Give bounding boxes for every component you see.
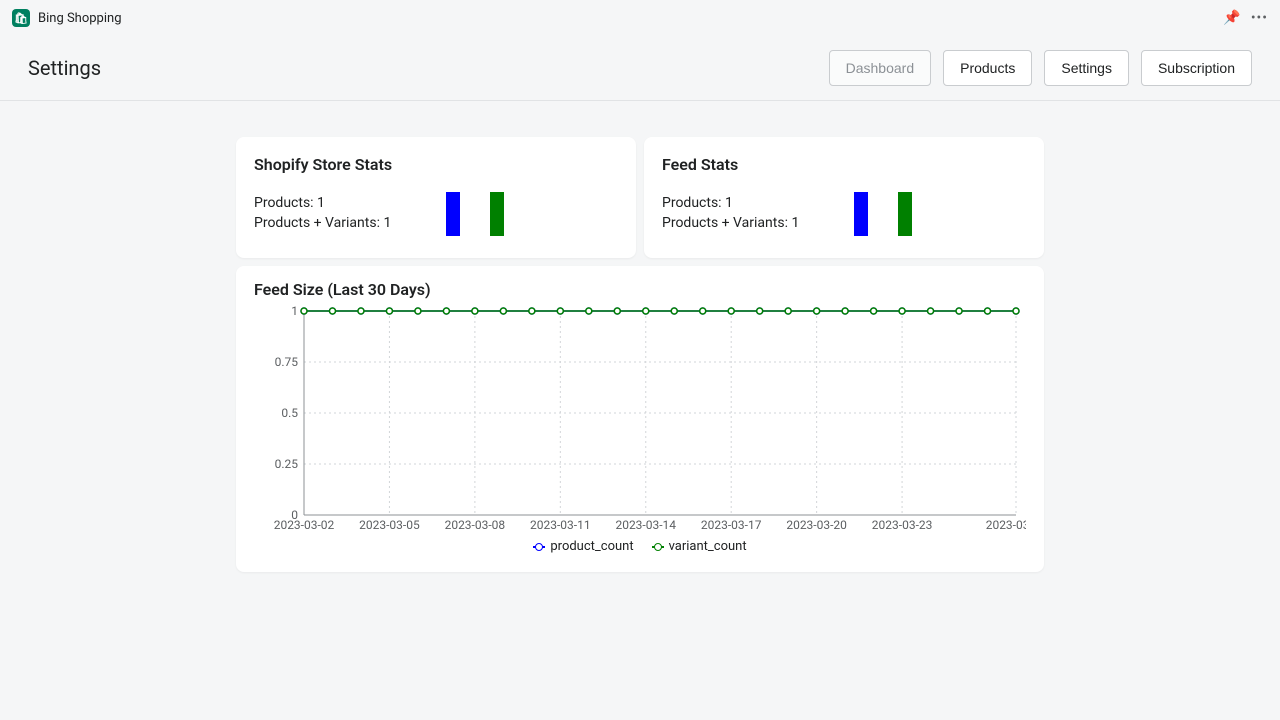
feed-variants-label: Products + Variants: [662, 215, 788, 231]
feed-stats-card: Feed Stats Products: 1 Products + Varian… [644, 137, 1044, 258]
legend-product-label: product_count [550, 539, 633, 554]
svg-text:0.5: 0.5 [281, 406, 298, 420]
nav: Dashboard Products Settings Subscription [829, 50, 1252, 86]
feed-bars [854, 192, 912, 236]
svg-text:2023-03-08: 2023-03-08 [445, 518, 506, 532]
legend-marker-blue-icon [533, 543, 545, 551]
feed-size-chart-title: Feed Size (Last 30 Days) [254, 280, 1026, 299]
shopify-bars [446, 192, 504, 236]
feed-stats-body: Products: 1 Products + Variants: 1 [662, 192, 1026, 236]
nav-settings[interactable]: Settings [1044, 50, 1129, 86]
header: Settings Dashboard Products Settings Sub… [0, 36, 1280, 101]
nav-subscription[interactable]: Subscription [1141, 50, 1252, 86]
feed-products-value: 1 [725, 195, 733, 211]
shopify-products-label: Products: [254, 195, 314, 211]
feed-size-chart: 00.250.50.7512023-03-022023-03-052023-03… [254, 303, 1026, 533]
svg-text:2023-03-05: 2023-03-05 [359, 518, 420, 532]
more-icon[interactable]: ••• [1251, 10, 1268, 26]
shopify-variants-value: 1 [383, 215, 391, 231]
nav-products[interactable]: Products [943, 50, 1032, 86]
feed-stats-text: Products: 1 Products + Variants: 1 [662, 194, 799, 233]
svg-text:2023-03-27: 2023-03-27 [986, 518, 1026, 532]
svg-text:1: 1 [291, 304, 298, 318]
shopify-products-value: 1 [317, 195, 325, 211]
content: Shopify Store Stats Products: 1 Products… [0, 101, 1280, 572]
feed-stats-title: Feed Stats [662, 155, 1026, 174]
svg-text:2023-03-20: 2023-03-20 [786, 518, 847, 532]
feed-variants-value: 1 [791, 215, 799, 231]
pin-icon[interactable]: 📌 [1223, 10, 1240, 26]
titlebar: 🛍 Bing Shopping 📌 ••• [0, 0, 1280, 36]
chart-legend: product_count variant_count [254, 539, 1026, 554]
titlebar-right: 📌 ••• [1223, 10, 1268, 26]
shopify-stats-title: Shopify Store Stats [254, 155, 618, 174]
nav-dashboard[interactable]: Dashboard [829, 50, 932, 86]
shopify-variants-label: Products + Variants: [254, 215, 380, 231]
app-title: Bing Shopping [38, 11, 122, 26]
page-title: Settings [28, 56, 101, 80]
shopify-stats-body: Products: 1 Products + Variants: 1 [254, 192, 618, 236]
stats-cards-row: Shopify Store Stats Products: 1 Products… [236, 137, 1044, 258]
shopify-stats-text: Products: 1 Products + Variants: 1 [254, 194, 391, 233]
legend-variant-label: variant_count [669, 539, 747, 554]
svg-text:0.75: 0.75 [275, 355, 299, 369]
feed-bar-variants [898, 192, 912, 236]
legend-product-count: product_count [533, 539, 633, 554]
shopify-bar-products [446, 192, 460, 236]
shopify-bar-variants [490, 192, 504, 236]
svg-text:0.25: 0.25 [275, 457, 299, 471]
shopify-stats-card: Shopify Store Stats Products: 1 Products… [236, 137, 636, 258]
feed-size-chart-card: Feed Size (Last 30 Days) 00.250.50.75120… [236, 266, 1044, 572]
legend-variant-count: variant_count [652, 539, 747, 554]
feed-bar-products [854, 192, 868, 236]
svg-text:2023-03-11: 2023-03-11 [530, 518, 591, 532]
svg-text:2023-03-02: 2023-03-02 [274, 518, 335, 532]
titlebar-left: 🛍 Bing Shopping [12, 9, 122, 27]
legend-marker-green-icon [652, 543, 664, 551]
svg-text:2023-03-14: 2023-03-14 [615, 518, 676, 532]
svg-text:2023-03-23: 2023-03-23 [872, 518, 933, 532]
feed-products-label: Products: [662, 195, 722, 211]
app-logo-icon: 🛍 [12, 9, 30, 27]
svg-text:2023-03-17: 2023-03-17 [701, 518, 762, 532]
